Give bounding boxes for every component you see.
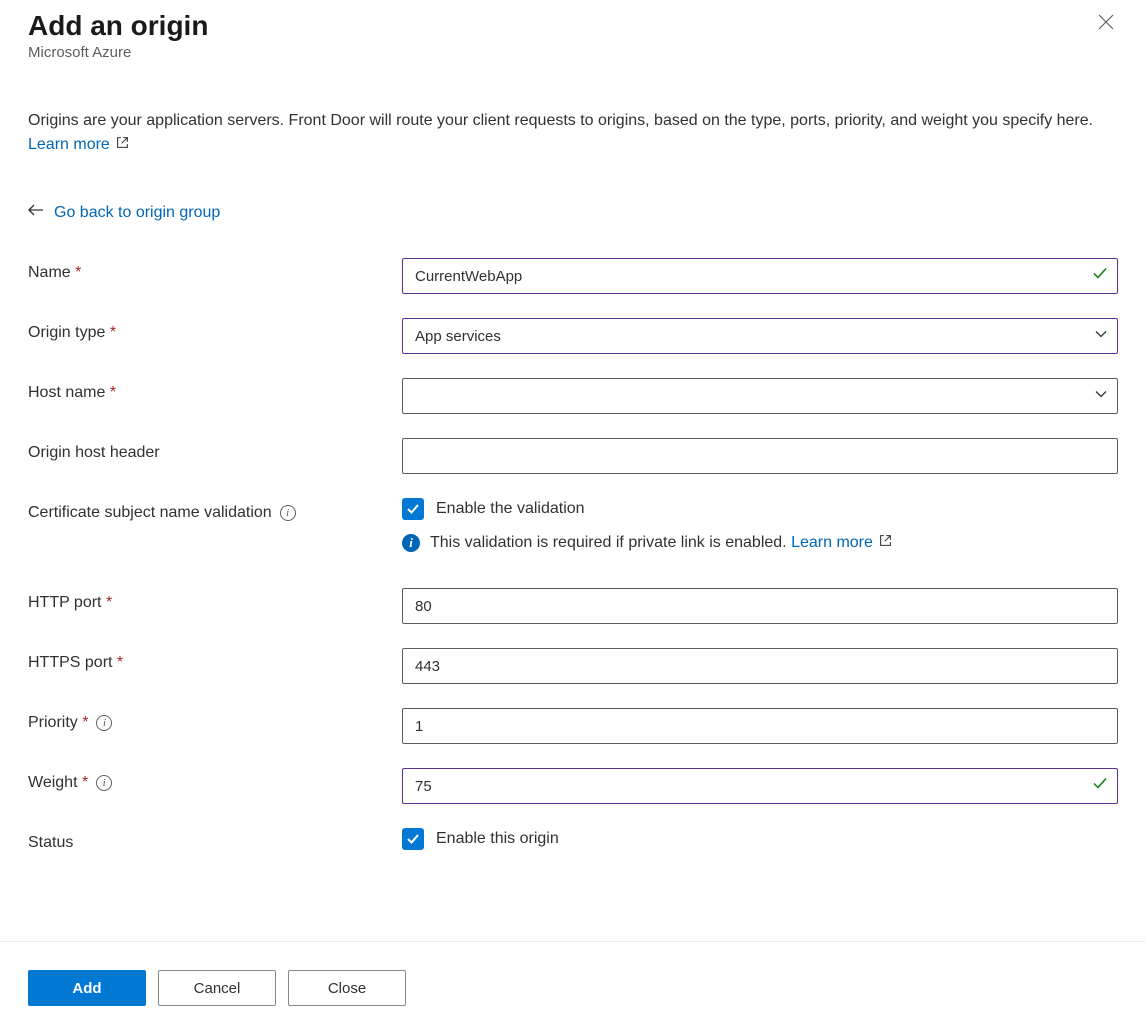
info-icon[interactable]: i <box>96 775 112 791</box>
panel-subtitle: Microsoft Azure <box>28 44 208 61</box>
description-body: Origins are your application servers. Fr… <box>28 112 1093 129</box>
host-name-label: Host name * <box>28 378 402 402</box>
status-label: Status <box>28 828 402 852</box>
cert-learn-more-link[interactable]: Learn more <box>791 534 892 551</box>
status-checkbox[interactable] <box>402 828 424 850</box>
http-port-label: HTTP port * <box>28 588 402 612</box>
cancel-button[interactable]: Cancel <box>158 970 276 1006</box>
host-name-select[interactable] <box>402 378 1118 414</box>
origin-host-header-input[interactable] <box>402 438 1118 474</box>
origin-host-header-label: Origin host header <box>28 438 402 462</box>
learn-more-link[interactable]: Learn more <box>28 136 129 153</box>
priority-input[interactable] <box>402 708 1118 744</box>
close-button[interactable]: Close <box>288 970 406 1006</box>
panel-title: Add an origin <box>28 10 208 42</box>
external-link-icon <box>879 535 892 550</box>
panel-header: Add an origin Microsoft Azure <box>28 10 1118 61</box>
info-icon[interactable]: i <box>96 715 112 731</box>
description-text: Origins are your application servers. Fr… <box>28 109 1118 157</box>
priority-label: Priority * i <box>28 708 402 732</box>
cert-info-text: This validation is required if private l… <box>430 534 791 551</box>
name-input[interactable] <box>402 258 1118 294</box>
weight-input[interactable] <box>402 768 1118 804</box>
weight-label: Weight * i <box>28 768 402 792</box>
close-icon[interactable] <box>1094 10 1118 37</box>
external-link-icon <box>116 137 129 152</box>
origin-type-select[interactable] <box>402 318 1118 354</box>
name-label: Name * <box>28 258 402 282</box>
info-icon[interactable]: i <box>280 505 296 521</box>
back-link[interactable]: Go back to origin group <box>28 203 1118 222</box>
arrow-left-icon <box>28 203 44 222</box>
cert-validation-checkbox-label: Enable the validation <box>436 500 585 518</box>
origin-type-label: Origin type * <box>28 318 402 342</box>
cert-validation-info: i This validation is required if private… <box>402 534 1118 552</box>
http-port-input[interactable] <box>402 588 1118 624</box>
origin-form: Name * Origin type * <box>28 258 1118 852</box>
info-filled-icon: i <box>402 534 420 552</box>
cert-validation-label: Certificate subject name validation i <box>28 498 402 522</box>
back-link-text[interactable]: Go back to origin group <box>54 204 220 222</box>
status-checkbox-label: Enable this origin <box>436 830 559 848</box>
https-port-input[interactable] <box>402 648 1118 684</box>
cert-validation-checkbox[interactable] <box>402 498 424 520</box>
footer-actions: Add Cancel Close <box>0 941 1146 1034</box>
add-button[interactable]: Add <box>28 970 146 1006</box>
https-port-label: HTTPS port * <box>28 648 402 672</box>
